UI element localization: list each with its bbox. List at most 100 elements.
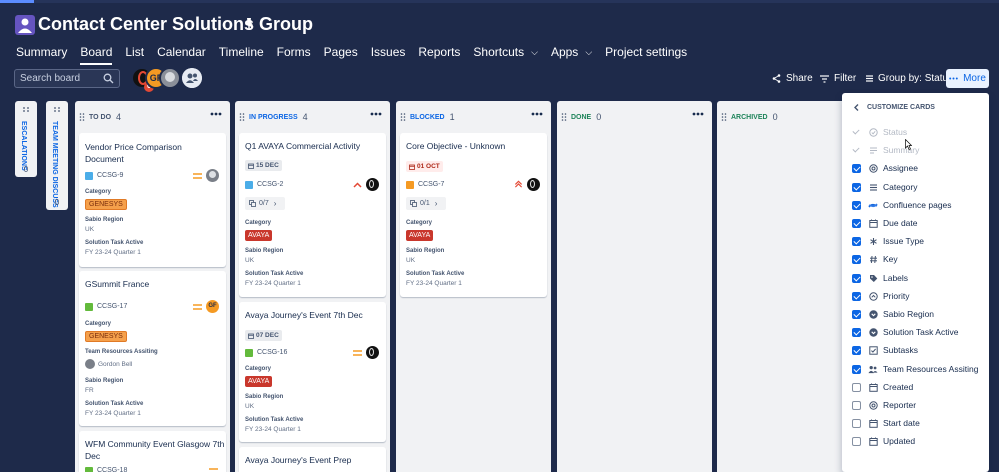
issue-card-ccsg-17[interactable]: GSummit France CCSG-17 GF Category GENES… [79,271,226,426]
nav-project-settings[interactable]: Project settings [605,41,687,63]
checkbox[interactable] [852,345,861,355]
checkbox[interactable] [852,291,861,301]
checkbox[interactable] [852,400,861,410]
customize-cards-back[interactable]: CUSTOMIZE CARDS [854,104,935,111]
subtasks-button[interactable]: 0/7 › [245,197,285,210]
search-input[interactable]: Search board [14,69,120,88]
card-field-option[interactable]: Due date [852,217,918,229]
nav-shortcuts[interactable]: Shortcuts ⌵ [473,41,538,63]
option-label: Solution Task Active [883,327,959,337]
more-button[interactable]: More [946,69,989,88]
card-title: Avaya Journey's Event 7th Dec [245,310,363,320]
field-label: Category [245,220,272,226]
drag-handle-icon[interactable] [21,106,31,116]
drag-handle-icon[interactable] [400,112,406,122]
search-placeholder: Search board [20,73,81,84]
project-avatar-icon[interactable] [15,15,35,35]
issue-card-ccsg-18[interactable]: WFM Community Event Glasgow 7th Dec CCSG-… [79,431,226,472]
card-field-option[interactable]: Created [852,381,913,393]
nav-summary[interactable]: Summary [16,41,67,63]
pin-icon[interactable] [242,17,256,31]
share-button[interactable]: Share [772,69,813,88]
issue-card-ccsg-7[interactable]: Core Objective - Unknown 01 OCT CCSG-7 0… [400,133,547,297]
issue-card-ccsg-2[interactable]: Q1 AVAYA Commercial Activity 15 DEC CCSG… [239,133,386,297]
card-field-option[interactable]: Category [852,181,918,193]
more-icon[interactable] [370,111,382,117]
column-header[interactable]: ARCHIVED 0 [721,111,778,123]
issue-card-ccsg-9[interactable]: Vendor Price Comparison Document CCSG-9 C… [79,133,226,267]
mouse-cursor-icon [905,139,912,150]
checkbox[interactable] [852,364,861,374]
group-by-button[interactable]: Group by: Status [866,69,953,88]
card-field-option[interactable]: Updated [852,435,915,447]
field-label: Sabio Region [245,248,284,254]
collapsed-column-escalations[interactable]: ESCALATIONS 0 [15,101,37,177]
column-header[interactable]: BLOCKED 1 [400,111,455,123]
avatar[interactable] [366,178,379,191]
checkbox[interactable] [852,273,861,283]
filter-button[interactable]: Filter [820,69,856,88]
drag-handle-icon[interactable] [721,112,727,122]
checkbox[interactable] [852,327,861,337]
card-field-option[interactable]: Assignee [852,162,918,174]
nav-pages[interactable]: Pages [324,41,358,63]
issue-card-ccsg-16[interactable]: Avaya Journey's Event 7th Dec 07 DEC CCS… [239,302,386,442]
card-field-option[interactable]: Priority [852,290,909,302]
avatar[interactable] [366,346,379,359]
nav-list[interactable]: List [125,41,144,63]
drag-handle-icon[interactable] [79,112,85,122]
card-field-option[interactable]: Labels [852,272,908,284]
checkbox[interactable] [852,163,861,173]
card-field-option[interactable]: Sabio Region [852,308,934,320]
more-icon[interactable] [692,111,704,117]
avatar[interactable] [206,169,219,182]
card-field-option[interactable]: Start date [852,417,920,429]
avatar[interactable] [527,178,540,191]
card-field-option[interactable]: Solution Task Active [852,326,958,338]
column-header[interactable]: IN PROGRESS 4 [239,111,308,123]
drag-handle-icon[interactable] [561,112,567,122]
avatar-gf[interactable]: GF [206,300,219,313]
checkbox[interactable] [852,436,861,446]
drag-handle-icon[interactable] [239,112,245,122]
card-field-option[interactable]: Confluence pages [852,199,952,211]
checkbox[interactable] [852,182,861,192]
calendar-icon [868,418,878,428]
collapsed-column-team-meeting[interactable]: TEAM MEETING DISCUSS 0 [46,101,68,210]
at-icon [868,163,878,173]
column-header[interactable]: TO DO 4 [79,111,121,123]
avatar[interactable] [159,67,181,89]
subtasks-button[interactable]: 0/1 › [406,197,446,210]
card-field-option[interactable]: Subtasks [852,344,918,356]
issue-card[interactable]: Avaya Journey's Event Prep [239,447,386,472]
column-header[interactable]: DONE 0 [561,111,601,123]
nav-reports[interactable]: Reports [418,41,460,63]
more-icon[interactable] [531,111,543,117]
add-people-icon[interactable] [182,68,202,88]
option-label: Subtasks [883,345,918,355]
story-icon [85,466,93,472]
nav-forms[interactable]: Forms [277,41,311,63]
card-field-option[interactable]: Key [852,253,898,265]
nav-apps[interactable]: Apps ⌵ [551,41,592,63]
checkbox[interactable] [852,218,861,228]
checkbox[interactable] [852,418,861,428]
checkbox[interactable] [852,200,861,210]
field-value: FY 23-24 Quarter 1 [245,280,301,287]
checkbox[interactable] [852,254,861,264]
nav-board[interactable]: Board [80,41,113,65]
card-field-option[interactable]: Team Resources Assiting [852,363,978,375]
at-icon [868,400,878,410]
column-blocked: BLOCKED 1 Core Objective - Unknown 01 OC… [396,101,551,472]
card-field-option[interactable]: Issue Type [852,235,924,247]
drag-handle-icon[interactable] [52,106,62,116]
nav-calendar[interactable]: Calendar [157,41,206,63]
checkbox[interactable] [852,382,861,392]
checkbox[interactable] [852,309,861,319]
nav-issues[interactable]: Issues [371,41,406,63]
checkbox[interactable] [852,236,861,246]
more-icon[interactable] [210,111,222,117]
nav-timeline[interactable]: Timeline [219,41,264,63]
card-field-option[interactable]: Reporter [852,399,916,411]
priority-medium-icon [193,173,202,179]
